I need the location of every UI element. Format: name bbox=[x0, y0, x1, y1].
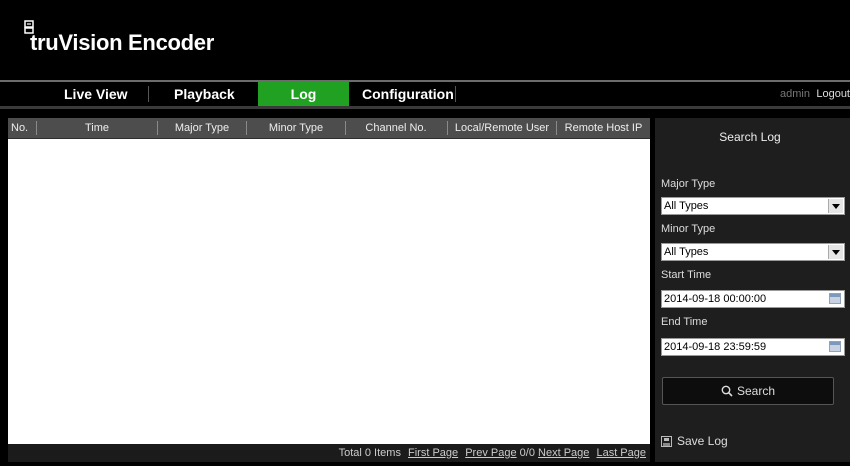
major-type-value: All Types bbox=[664, 200, 709, 212]
chevron-down-icon[interactable] bbox=[828, 245, 843, 259]
pagination: Total 0 Items First Page Prev Page 0/0 N… bbox=[339, 447, 646, 459]
minor-type-label: Minor Type bbox=[661, 223, 716, 235]
column-header-minor-type[interactable]: Minor Type bbox=[247, 118, 345, 138]
calendar-icon[interactable] bbox=[829, 341, 841, 352]
nav-separator bbox=[455, 86, 456, 102]
tab-configuration[interactable]: Configuration bbox=[362, 82, 454, 106]
logo-icon bbox=[24, 20, 34, 34]
page-count: 0/0 bbox=[519, 447, 535, 459]
column-header-remote-host-ip[interactable]: Remote Host IP bbox=[557, 118, 650, 138]
save-log-button[interactable]: Save Log bbox=[661, 434, 728, 448]
column-header-channel-no[interactable]: Channel No. bbox=[346, 118, 446, 138]
nav-separator bbox=[148, 86, 149, 102]
end-time-value: 2014-09-18 23:59:59 bbox=[664, 341, 767, 353]
start-time-field[interactable]: 2014-09-18 00:00:00 bbox=[661, 290, 845, 308]
major-type-select[interactable]: All Types bbox=[661, 197, 845, 215]
major-type-label: Major Type bbox=[661, 178, 716, 190]
column-header-local-remote-user[interactable]: Local/Remote User bbox=[448, 118, 556, 138]
header: truVision Encoder bbox=[0, 0, 850, 80]
tab-playback[interactable]: Playback bbox=[174, 82, 235, 106]
logo: truVision Encoder bbox=[24, 20, 214, 56]
column-header-major-type[interactable]: Major Type bbox=[158, 118, 246, 138]
minor-type-select[interactable]: All Types bbox=[661, 243, 845, 261]
prev-page-link[interactable]: Prev Page bbox=[465, 447, 516, 459]
log-table: No. Time Major Type Minor Type Channel N… bbox=[8, 118, 650, 462]
search-log-panel: Search Log Major Type All Types Minor Ty… bbox=[655, 118, 850, 462]
current-user: admin bbox=[780, 88, 810, 100]
table-header: No. Time Major Type Minor Type Channel N… bbox=[8, 118, 650, 139]
search-button-label: Search bbox=[736, 384, 776, 398]
column-header-time[interactable]: Time bbox=[37, 118, 157, 138]
table-footer: Total 0 Items First Page Prev Page 0/0 N… bbox=[8, 444, 650, 462]
minor-type-value: All Types bbox=[664, 246, 709, 258]
search-icon bbox=[721, 385, 733, 397]
save-log-label: Save Log bbox=[677, 434, 728, 448]
search-button[interactable]: Search bbox=[662, 377, 834, 405]
top-nav: Live View Playback Log Configuration adm… bbox=[0, 82, 850, 106]
chevron-down-icon[interactable] bbox=[828, 199, 843, 213]
calendar-icon[interactable] bbox=[829, 293, 841, 304]
total-items: Total 0 Items bbox=[338, 447, 401, 459]
tab-log[interactable]: Log bbox=[258, 82, 349, 106]
last-page-link[interactable]: Last Page bbox=[596, 447, 646, 459]
first-page-link[interactable]: First Page bbox=[408, 447, 458, 459]
save-icon bbox=[661, 435, 672, 447]
logout-link[interactable]: Logout bbox=[816, 82, 850, 106]
column-header-no[interactable]: No. bbox=[8, 118, 33, 138]
tab-live-view[interactable]: Live View bbox=[64, 82, 128, 106]
app-title: truVision Encoder bbox=[30, 30, 214, 55]
start-time-label: Start Time bbox=[661, 269, 712, 281]
search-log-title: Search Log bbox=[719, 130, 781, 144]
end-time-label: End Time bbox=[661, 316, 708, 328]
next-page-link[interactable]: Next Page bbox=[538, 447, 589, 459]
end-time-field[interactable]: 2014-09-18 23:59:59 bbox=[661, 338, 845, 356]
nav-underline bbox=[0, 106, 850, 109]
start-time-value: 2014-09-18 00:00:00 bbox=[664, 293, 767, 305]
